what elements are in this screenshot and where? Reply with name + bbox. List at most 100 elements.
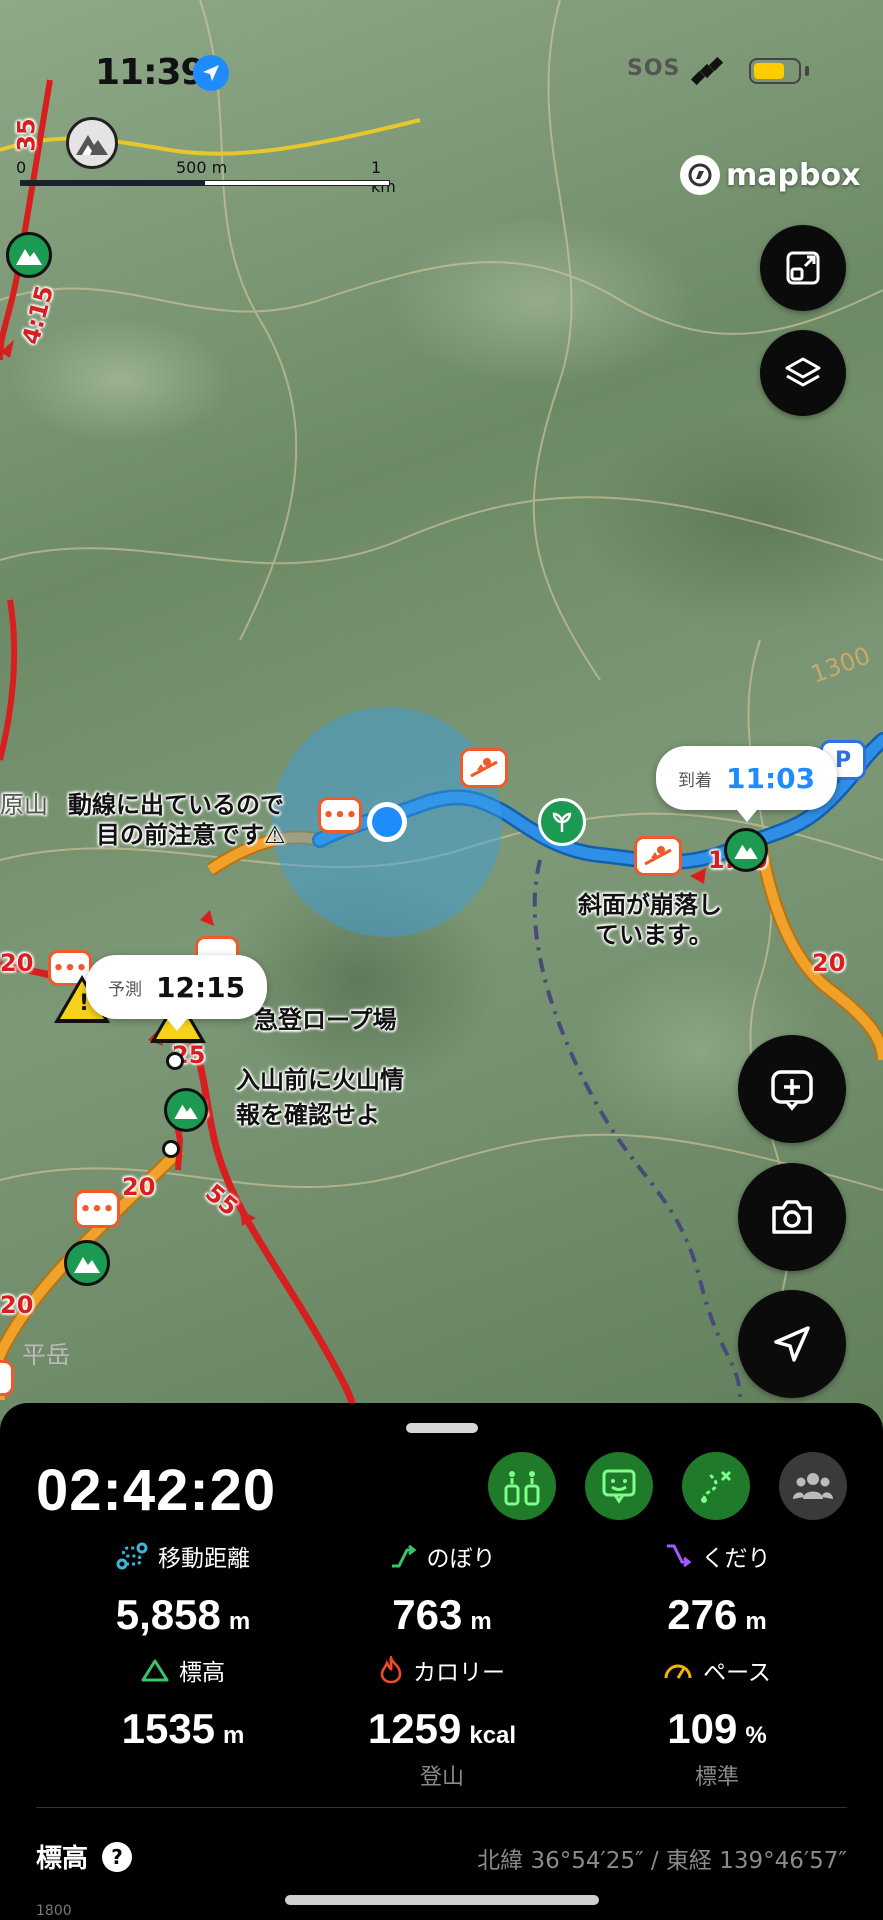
elevation-section-label: 標高 <box>36 1844 89 1874</box>
checkpoint-button[interactable] <box>488 1452 556 1520</box>
add-memo-button[interactable] <box>738 1035 846 1143</box>
place-name: 原山 <box>0 791 48 819</box>
memo-marker-icon[interactable] <box>0 1360 14 1396</box>
calories-value: 1259 <box>367 1705 462 1752</box>
mapbox-mark-icon <box>680 155 720 195</box>
scale-label-1km: 1 km <box>371 158 396 196</box>
route-time-label: 20 <box>0 1291 34 1319</box>
pace-label: ペース <box>703 1660 771 1686</box>
descent-label: くだり <box>701 1546 771 1572</box>
summit-marker-icon[interactable] <box>724 828 768 872</box>
memo-marker-icon[interactable]: ••• <box>74 1190 120 1228</box>
forecast-bubble[interactable]: 予測 12:15 <box>86 955 268 1031</box>
route-time-label: 20 <box>0 949 34 977</box>
calories-unit: kcal <box>469 1722 517 1749</box>
arrival-time: 11:03 <box>726 761 816 795</box>
scale-label-0: 0 <box>16 158 27 177</box>
stat-elevation: 標高 1535 m <box>53 1653 313 1753</box>
forecast-time: 12:15 <box>156 970 246 1004</box>
pace-level: 標準 <box>694 1765 739 1790</box>
rockfall-marker-icon[interactable] <box>460 748 508 788</box>
stat-descent: くだり 276 m <box>587 1539 847 1639</box>
mountain-marker-icon[interactable] <box>64 1240 110 1286</box>
arrival-bubble[interactable]: 到着 11:03 <box>656 746 838 822</box>
fit-route-icon <box>786 251 820 285</box>
route-time-label: 20 <box>812 949 846 977</box>
checkpoint-icon <box>504 1471 540 1506</box>
location-arrow-icon <box>193 55 229 91</box>
group-button[interactable] <box>779 1452 847 1520</box>
status-time: 11:39 <box>95 52 206 93</box>
report-icon <box>602 1469 636 1504</box>
rockfall-marker-icon[interactable] <box>634 836 682 876</box>
flame-icon <box>380 1656 402 1684</box>
layers-icon <box>785 357 821 387</box>
elevation-value: 1535 <box>121 1705 216 1752</box>
notice-text-line1: 動線に出ているので <box>68 791 284 819</box>
map-view[interactable]: 35 4:15 1:20 20 55 20 20 20 25 4 1300 平岳… <box>0 0 883 1420</box>
mountain-marker-icon[interactable] <box>6 232 52 278</box>
camera-icon <box>772 1200 812 1234</box>
slope-text-line2: ています。 <box>595 921 713 949</box>
distance-label: 移動距離 <box>158 1546 250 1572</box>
scale-label-500: 500 m <box>176 158 228 177</box>
distance-unit: m <box>228 1608 251 1635</box>
elevation-chart-axis-label: 1800 <box>36 1903 72 1919</box>
add-memo-icon <box>771 1070 813 1111</box>
elevation-section-title: 標高 ? <box>36 1838 133 1875</box>
mountain-compass-icon <box>76 135 108 155</box>
map-scale: 0 500 m 1 km <box>16 158 396 196</box>
waypoint-icon <box>166 1052 184 1070</box>
divider <box>36 1807 847 1808</box>
pace-value: 109 <box>667 1705 738 1752</box>
memo-marker-icon[interactable]: ••• <box>318 797 362 833</box>
navigate-button[interactable] <box>738 1290 846 1398</box>
calories-label: カロリー <box>413 1660 505 1686</box>
peak-name: 平岳 <box>22 1341 70 1369</box>
arrival-label: 到着 <box>678 770 712 791</box>
coordinates: 北緯 36°54′25″ / 東経 139°46′57″ <box>477 1848 847 1874</box>
notice-text-line2: 目の前注意です⚠ <box>96 821 286 849</box>
layers-button[interactable] <box>760 330 846 416</box>
descent-icon <box>666 1544 691 1568</box>
report-button[interactable] <box>585 1452 653 1520</box>
route-time-label: 35 <box>12 118 41 152</box>
elapsed-time: 02:42:20 <box>36 1458 277 1523</box>
elevation-label: 標高 <box>179 1660 225 1686</box>
forecast-label: 予測 <box>108 979 142 1000</box>
fit-route-button[interactable] <box>760 225 846 311</box>
pace-unit: % <box>745 1722 767 1749</box>
ascent-label: のぼり <box>426 1546 496 1572</box>
mapbox-logo: mapbox <box>680 155 860 195</box>
sheet-grabber[interactable] <box>406 1423 478 1433</box>
speedometer-icon <box>664 1664 692 1679</box>
help-icon[interactable]: ? <box>102 1841 133 1872</box>
volcano-text-line2: 報を確認せよ <box>236 1101 380 1129</box>
distance-value: 5,858 <box>115 1591 221 1638</box>
volcano-text-line1: 入山前に火山情 <box>236 1066 404 1094</box>
mapbox-text: mapbox <box>726 157 861 193</box>
ascent-unit: m <box>470 1608 492 1635</box>
group-icon <box>793 1473 833 1499</box>
stat-distance: 移動距離 5,858 m <box>53 1539 313 1639</box>
camera-button[interactable] <box>738 1163 846 1271</box>
elevation-unit: m <box>223 1722 245 1749</box>
descent-unit: m <box>745 1608 767 1635</box>
calories-activity: 登山 <box>419 1765 464 1790</box>
rope-text: 急登ロープ場 <box>254 1006 397 1034</box>
route-off-button[interactable] <box>682 1452 750 1520</box>
route-off-icon <box>701 1470 732 1503</box>
home-indicator[interactable] <box>285 1895 599 1905</box>
ascent-icon <box>391 1544 416 1568</box>
waypoint-icon <box>162 1140 180 1158</box>
slope-text-line1: 斜面が崩落し <box>578 891 722 919</box>
activity-sheet[interactable]: 02:42:20 移動距離 5,858 m のぼり 763 m くだり 276 … <box>0 1403 883 1920</box>
summit-marker-icon[interactable] <box>164 1088 208 1132</box>
navigate-arrow-icon <box>774 1326 810 1362</box>
elevation-icon <box>141 1659 169 1682</box>
battery-icon <box>749 58 801 84</box>
plant-marker-icon[interactable] <box>538 798 586 846</box>
stat-pace: ペース 109% 標準 <box>587 1653 847 1791</box>
stat-ascent: のぼり 763 m <box>312 1539 572 1639</box>
stat-calories: カロリー 1259 kcal 登山 <box>312 1653 572 1791</box>
